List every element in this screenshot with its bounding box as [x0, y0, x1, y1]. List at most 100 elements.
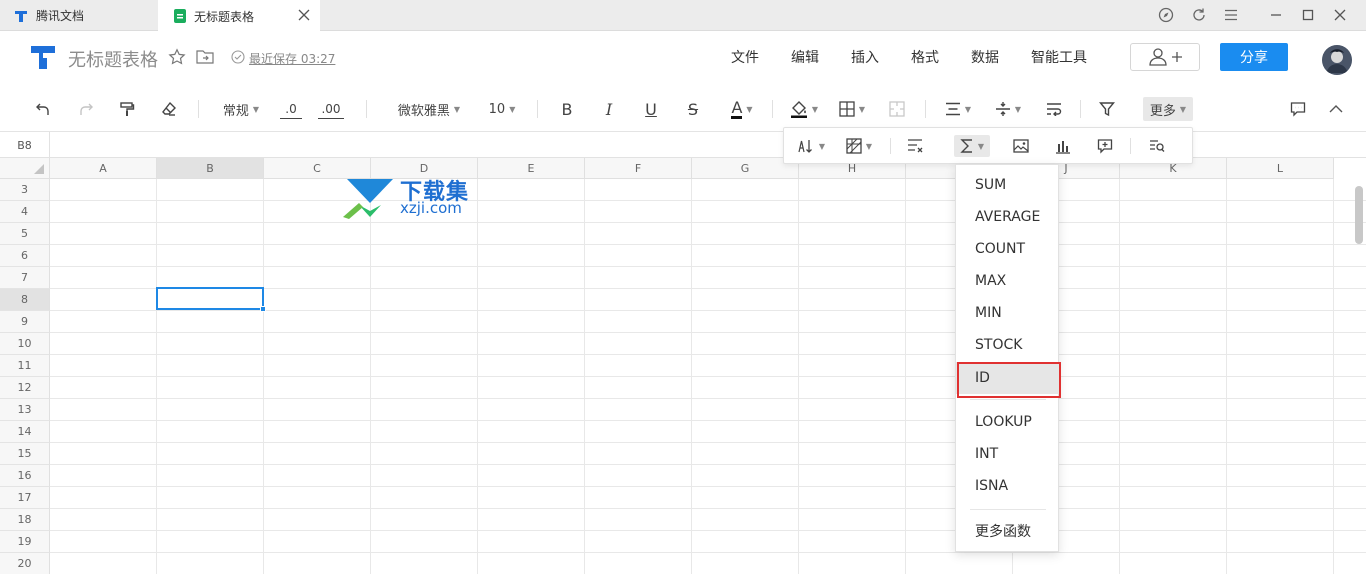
formula-input[interactable] — [51, 132, 781, 158]
fill-color-button[interactable]: ▼ — [786, 97, 822, 121]
fill-handle[interactable] — [260, 306, 266, 312]
function-item-count[interactable]: COUNT — [956, 233, 1060, 265]
add-collaborator-button[interactable] — [1130, 43, 1200, 71]
insert-chart-icon[interactable] — [1052, 135, 1074, 157]
row-header[interactable]: 5 — [0, 223, 50, 245]
redo-icon[interactable] — [75, 97, 97, 121]
filter-icon[interactable] — [1096, 97, 1118, 121]
menu-smart-tools[interactable]: 智能工具 — [1031, 47, 1087, 67]
column-header[interactable]: F — [585, 158, 692, 179]
column-header[interactable]: A — [50, 158, 157, 179]
row-header[interactable]: 9 — [0, 311, 50, 333]
strikethrough-button[interactable]: S — [682, 97, 704, 121]
tab-tencent-docs[interactable]: 腾讯文档 — [0, 0, 158, 31]
app-logo-icon[interactable] — [29, 43, 57, 71]
undo-icon[interactable] — [32, 97, 54, 121]
save-status[interactable]: 最近保存 03:27 — [249, 50, 335, 67]
function-item-sum[interactable]: SUM — [956, 169, 1060, 201]
collapse-toolbar-icon[interactable] — [1325, 97, 1347, 121]
star-icon[interactable] — [168, 48, 186, 66]
share-button[interactable]: 分享 — [1220, 43, 1288, 71]
row-header[interactable]: 3 — [0, 179, 50, 201]
align-button[interactable]: ▼ — [940, 97, 976, 121]
font-size-select[interactable]: 10 ▼ — [484, 97, 520, 121]
column-header[interactable]: B — [157, 158, 264, 179]
maximize-icon[interactable] — [1296, 4, 1320, 26]
row-header[interactable]: 16 — [0, 465, 50, 487]
bold-button[interactable]: B — [556, 97, 578, 121]
menu-format[interactable]: 格式 — [911, 47, 939, 67]
find-replace-icon[interactable] — [1146, 135, 1168, 157]
function-item-lookup[interactable]: LOOKUP — [956, 406, 1060, 438]
sort-button[interactable]: ▼ — [794, 135, 828, 157]
refresh-icon[interactable] — [1187, 4, 1211, 26]
function-item-average[interactable]: AVERAGE — [956, 201, 1060, 233]
row-header[interactable]: 11 — [0, 355, 50, 377]
minimize-icon[interactable] — [1264, 4, 1288, 26]
chevron-down-icon: ▼ — [977, 141, 985, 151]
row-header[interactable]: 13 — [0, 399, 50, 421]
row-header[interactable]: 12 — [0, 377, 50, 399]
decrease-decimal-button[interactable]: .0 — [280, 99, 302, 119]
function-item-isna[interactable]: ISNA — [956, 470, 1060, 502]
tab-close-icon[interactable] — [298, 9, 310, 21]
vertical-scrollbar[interactable] — [1355, 186, 1363, 244]
merge-cells-icon[interactable] — [886, 97, 908, 121]
column-header[interactable]: L — [1227, 158, 1334, 179]
row-header[interactable]: 15 — [0, 443, 50, 465]
wrap-text-icon[interactable] — [1043, 97, 1065, 121]
vertical-align-button[interactable]: ▼ — [990, 97, 1026, 121]
data-validation-icon[interactable] — [904, 135, 926, 157]
select-all-corner[interactable] — [0, 158, 50, 179]
menu-data[interactable]: 数据 — [971, 47, 999, 67]
grid-row-line — [50, 420, 1366, 421]
comment-icon[interactable] — [1287, 97, 1309, 121]
row-header[interactable]: 14 — [0, 421, 50, 443]
selected-cell-b8[interactable] — [156, 287, 264, 310]
insert-comment-icon[interactable] — [1094, 135, 1116, 157]
row-header[interactable]: 19 — [0, 531, 50, 553]
function-item-min[interactable]: MIN — [956, 297, 1060, 329]
row-header[interactable]: 20 — [0, 553, 50, 574]
menu-icon[interactable] — [1219, 4, 1243, 26]
insert-image-icon[interactable] — [1010, 135, 1032, 157]
column-header[interactable]: C — [264, 158, 371, 179]
clear-format-icon[interactable] — [158, 97, 180, 121]
compass-icon[interactable] — [1154, 4, 1178, 26]
function-item-int[interactable]: INT — [956, 438, 1060, 470]
folder-move-icon[interactable] — [196, 49, 214, 65]
underline-button[interactable]: U — [640, 97, 662, 121]
menu-edit[interactable]: 编辑 — [791, 47, 819, 67]
menu-insert[interactable]: 插入 — [851, 47, 879, 67]
more-button[interactable]: 更多 ▼ — [1143, 97, 1193, 121]
row-header[interactable]: 4 — [0, 201, 50, 223]
row-header[interactable]: 17 — [0, 487, 50, 509]
row-header[interactable]: 18 — [0, 509, 50, 531]
italic-button[interactable]: I — [598, 97, 620, 121]
conditional-format-button[interactable]: ▼ — [842, 135, 876, 157]
tab-untitled-sheet[interactable]: 无标题表格 — [158, 0, 320, 32]
close-window-icon[interactable] — [1328, 4, 1352, 26]
doc-title[interactable]: 无标题表格 — [68, 46, 158, 72]
row-header[interactable]: 7 — [0, 267, 50, 289]
function-button[interactable]: ▼ — [954, 135, 990, 157]
cell-reference[interactable]: B8 — [0, 132, 50, 158]
row-header[interactable]: 10 — [0, 333, 50, 355]
avatar[interactable] — [1322, 45, 1352, 75]
more-functions-item[interactable]: 更多函数 — [956, 515, 1060, 547]
menu-file[interactable]: 文件 — [731, 47, 759, 67]
chevron-down-icon: ▼ — [865, 141, 873, 151]
function-item-stock[interactable]: STOCK — [956, 329, 1060, 361]
font-color-button[interactable]: A ▼ — [724, 97, 760, 121]
column-header[interactable]: E — [478, 158, 585, 179]
row-header[interactable]: 8 — [0, 289, 50, 311]
increase-decimal-button[interactable]: .00 — [318, 99, 344, 119]
chevron-down-icon: ▼ — [818, 141, 826, 151]
row-header[interactable]: 6 — [0, 245, 50, 267]
number-format-value: 常规 — [222, 103, 249, 119]
border-button[interactable]: ▼ — [835, 97, 869, 121]
function-item-max[interactable]: MAX — [956, 265, 1060, 297]
font-name-select[interactable]: 微软雅黑 ▼ — [390, 97, 468, 121]
format-painter-icon[interactable] — [116, 97, 138, 121]
number-format-select[interactable]: 常规 ▼ — [218, 97, 264, 121]
